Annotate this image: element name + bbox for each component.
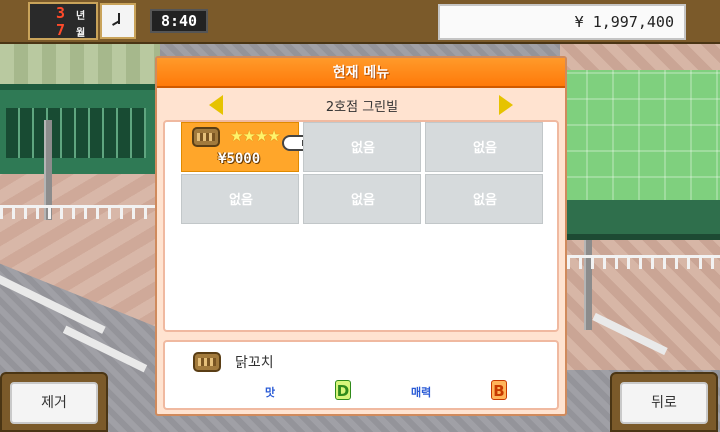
money-display: ¥ 1,997,400 bbox=[438, 4, 686, 40]
menu-price: ¥5000 bbox=[218, 151, 261, 167]
shop-name: 2호점 그린빌 bbox=[325, 100, 399, 115]
empty-slot-label: 없음 bbox=[229, 193, 253, 208]
year-value: 3 bbox=[56, 4, 66, 22]
date-display: 3 년 7 월 bbox=[28, 2, 98, 40]
current-menu-panel: 현재 메뉴 2호점 그린빌 ★★★★ ¥5000 없음 없음 없음 없음 없음 bbox=[155, 56, 567, 416]
road-marking bbox=[62, 325, 148, 373]
menu-slot-grid: ★★★★ ¥5000 없음 없음 없음 없음 없음 bbox=[163, 120, 559, 332]
month-value: 7 bbox=[56, 21, 66, 39]
street-lamp bbox=[584, 240, 592, 330]
menu-slot-4[interactable]: 없음 bbox=[181, 174, 299, 224]
rating-stars: ★★★★ bbox=[230, 127, 281, 145]
taste-label: 맛 bbox=[265, 386, 276, 399]
back-button[interactable]: 뒤로 bbox=[620, 382, 708, 424]
remove-button-frame: 제거 bbox=[0, 372, 108, 432]
menu-slot-1[interactable]: ★★★★ ¥5000 bbox=[181, 122, 312, 172]
storefront-right bbox=[560, 200, 720, 240]
charm-grade-badge: B bbox=[491, 380, 507, 400]
empty-slot-label: 없음 bbox=[473, 193, 497, 208]
year-unit: 년 bbox=[76, 11, 86, 22]
empty-slot-label: 없음 bbox=[473, 141, 497, 156]
menu-slot-6[interactable]: 없음 bbox=[425, 174, 543, 224]
menu-item-name: 닭꼬치 bbox=[235, 355, 274, 371]
menu-slot-2[interactable]: 없음 bbox=[303, 122, 421, 172]
panel-title: 현재 메뉴 bbox=[157, 58, 565, 88]
time-display: 8:40 bbox=[150, 9, 208, 33]
fence bbox=[567, 255, 720, 269]
menu-slot-5[interactable]: 없음 bbox=[303, 174, 421, 224]
menu-slot-3[interactable]: 없음 bbox=[425, 122, 543, 172]
charm-label: 매력 bbox=[411, 386, 432, 399]
back-button-frame: 뒤로 bbox=[610, 372, 718, 432]
empty-slot-label: 없음 bbox=[351, 141, 375, 156]
fence bbox=[0, 205, 155, 219]
top-hud: 3 년 7 월 8:40 ¥ 1,997,400 bbox=[0, 0, 720, 44]
remove-button[interactable]: 제거 bbox=[10, 382, 98, 424]
clock-icon bbox=[100, 3, 136, 39]
empty-slot-label: 없음 bbox=[351, 193, 375, 208]
storefront-left bbox=[0, 84, 158, 174]
taste-grade-badge: D bbox=[335, 380, 351, 400]
food-skewer-icon bbox=[192, 127, 220, 147]
menu-info-box: 닭꼬치 맛 D 매력 B bbox=[163, 340, 559, 410]
food-skewer-icon bbox=[193, 352, 221, 372]
month-unit: 월 bbox=[76, 28, 86, 39]
next-shop-arrow-icon[interactable] bbox=[499, 95, 513, 115]
